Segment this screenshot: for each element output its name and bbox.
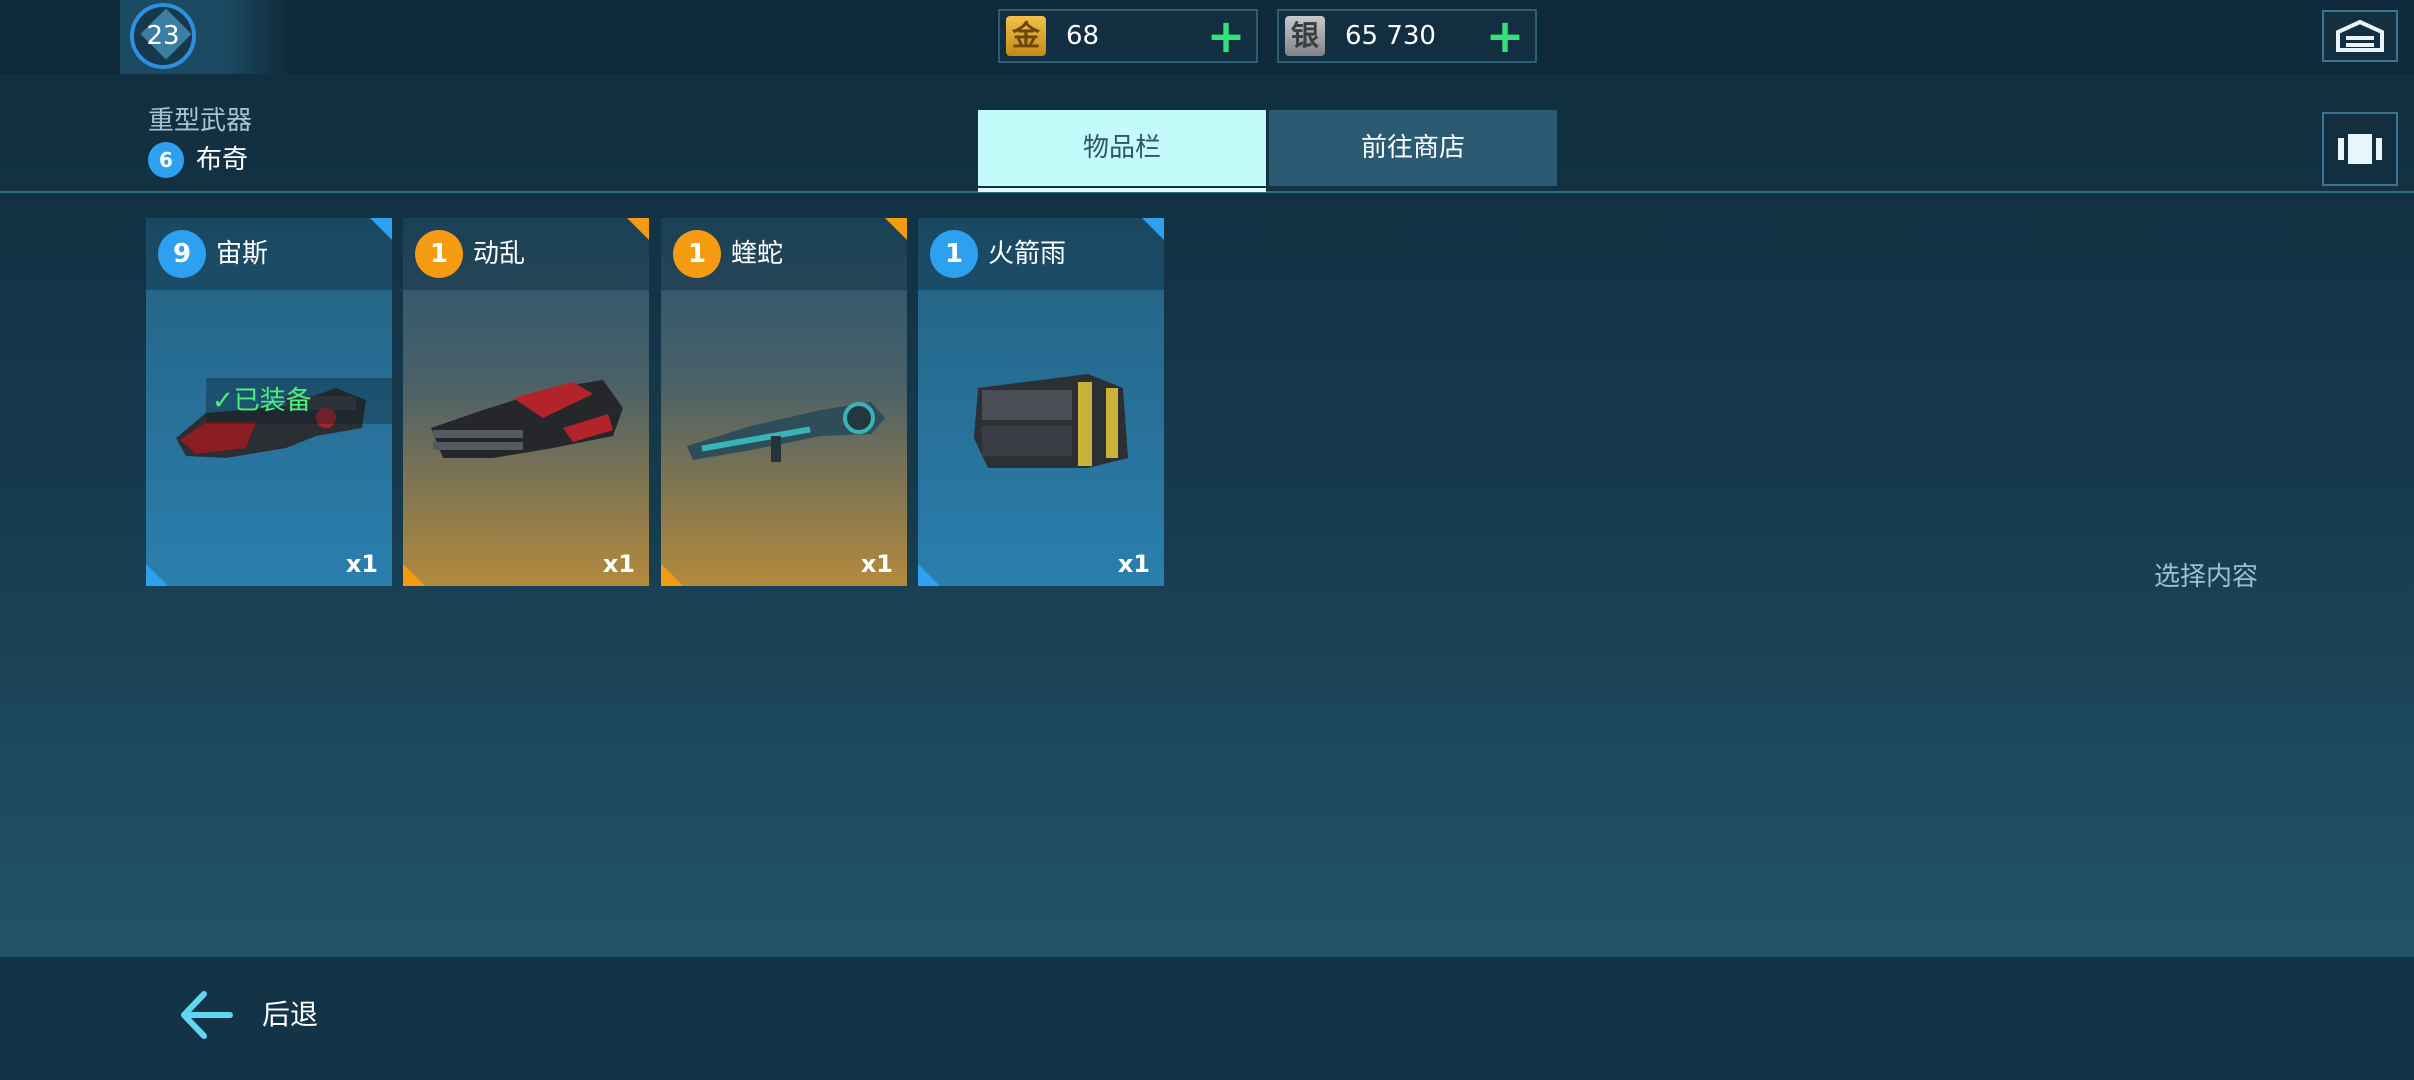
weapon-name: 蝰蛇 (731, 239, 784, 269)
hangar-button[interactable] (2322, 10, 2398, 62)
silver-currency: 银 65 730 + (1277, 9, 1537, 63)
equipped-badge: ✓已装备 (206, 378, 392, 424)
weapon-quantity: x1 (602, 550, 635, 578)
tab-go-to-shop[interactable]: 前往商店 (1269, 110, 1557, 186)
rarity-corner (1142, 218, 1164, 240)
weapon-quantity: x1 (345, 550, 378, 578)
back-label: 后退 (262, 998, 319, 1031)
weapon-level-badge: 1 (673, 230, 721, 278)
gold-currency: 金 68 + (998, 9, 1258, 63)
card-view-icon (2338, 134, 2382, 164)
weapon-quantity: x1 (860, 550, 893, 578)
weapon-name: 宙斯 (216, 239, 269, 269)
weapon-quantity: x1 (1117, 550, 1150, 578)
weapon-name: 动乱 (473, 239, 526, 269)
back-button[interactable]: 后退 (176, 982, 336, 1048)
rarity-corner (403, 564, 425, 586)
weapon-level-badge: 1 (415, 230, 463, 278)
tab-inventory[interactable]: 物品栏 (978, 110, 1266, 186)
robot-name: 布奇 (196, 145, 249, 175)
weapon-name: 火箭雨 (988, 239, 1067, 269)
rarity-corner (885, 218, 907, 240)
viper-weapon-icon (687, 402, 885, 462)
rarity-corner (370, 218, 392, 240)
gold-icon: 金 (1006, 16, 1046, 56)
weapon-card-zeus[interactable]: 9 宙斯 ✓已装备 x1 (146, 218, 392, 586)
robot-level-badge: 6 (148, 142, 184, 178)
equipped-label: 已装备 (233, 386, 312, 416)
silver-icon: 银 (1285, 16, 1325, 56)
dongluan-weapon-icon (431, 380, 623, 458)
hangar-icon (2336, 19, 2384, 52)
bottom-bar (0, 957, 2414, 1080)
category-title: 重型武器 (148, 106, 253, 136)
select-content-hint: 选择内容 (2154, 562, 2259, 592)
silver-amount: 65 730 (1345, 21, 1436, 51)
back-arrow-icon (181, 991, 233, 1039)
rocket-rain-icon (974, 374, 1128, 468)
rarity-corner (661, 564, 683, 586)
weapon-card-dongluan[interactable]: 1 动乱 x1 (403, 218, 649, 586)
player-level: 23 (146, 21, 180, 51)
rarity-corner (146, 564, 168, 586)
weapon-card-rocket-rain[interactable]: 1 火箭雨 x1 (918, 218, 1164, 586)
rarity-corner (627, 218, 649, 240)
weapon-level-badge: 1 (930, 230, 978, 278)
weapon-level-badge: 9 (158, 230, 206, 278)
active-tab-underline (978, 188, 1266, 192)
add-gold-button[interactable]: + (1206, 11, 1246, 61)
gold-amount: 68 (1066, 21, 1100, 51)
add-silver-button[interactable]: + (1485, 11, 1525, 61)
rarity-corner (918, 564, 940, 586)
checkmark-icon: ✓ (212, 386, 234, 416)
weapon-card-viper[interactable]: 1 蝰蛇 x1 (661, 218, 907, 586)
view-toggle-button[interactable] (2322, 112, 2398, 186)
